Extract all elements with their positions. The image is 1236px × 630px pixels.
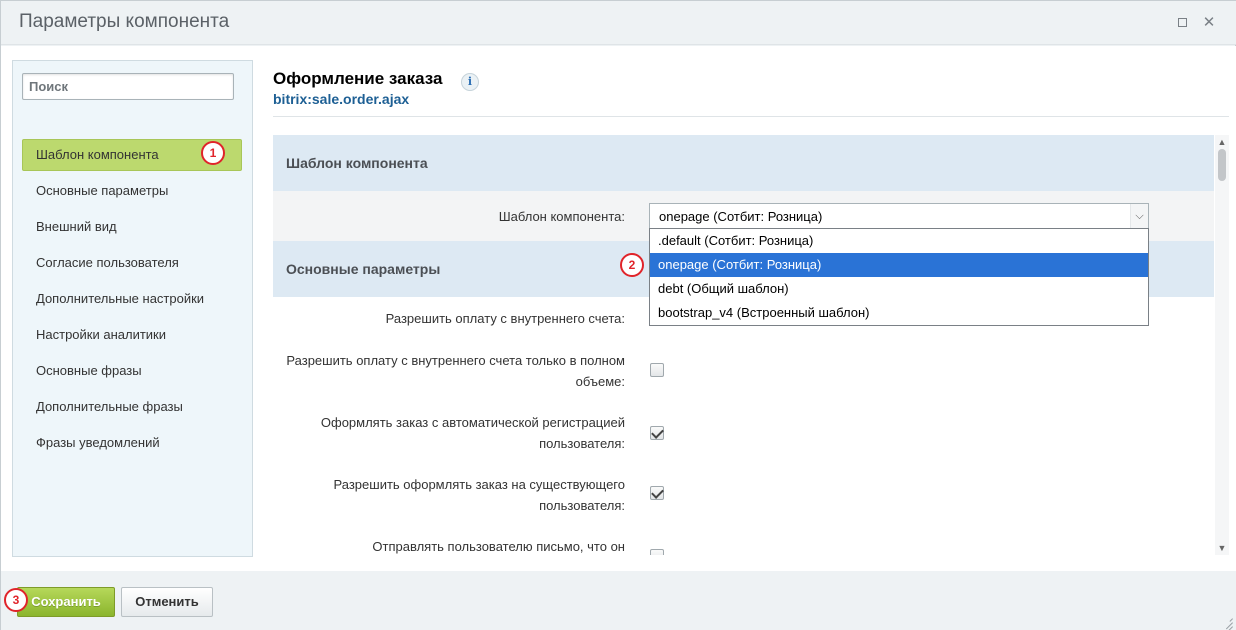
scroll-thumb[interactable]: [1218, 149, 1226, 181]
sidebar-item-label: Основные параметры: [36, 183, 169, 198]
dialog-footer: Сохранить Отменить 3: [1, 571, 1236, 630]
sidebar-item-main-phrases[interactable]: Основные фразы: [22, 355, 242, 391]
search-input[interactable]: [22, 73, 234, 100]
param-label-line: Разрешить оформлять заказ на существующе…: [333, 477, 625, 492]
annotation-badge: 3: [4, 588, 28, 612]
select-value: onepage (Сотбит: Розница): [659, 209, 823, 224]
param-label: Отправлять пользователю письмо, что он: [372, 536, 625, 555]
component-code: bitrix:sale.order.ajax: [273, 91, 410, 107]
component-params-dialog: Параметры компонента ✕ Шаблон компонента…: [0, 0, 1236, 630]
param-checkbox[interactable]: [650, 363, 664, 377]
maximize-icon[interactable]: [1174, 15, 1190, 31]
param-label-line: Разрешить оплату с внутреннего счета тол…: [286, 353, 625, 368]
param-label: Шаблон компонента:: [498, 209, 625, 224]
param-label: Разрешить оплату с внутреннего счета:: [385, 311, 625, 326]
annotation-badge: 1: [201, 141, 225, 165]
sidebar-nav: Шаблон компонента Основные параметры Вне…: [22, 139, 242, 463]
sidebar-item-notification-phrases[interactable]: Фразы уведомлений: [22, 427, 242, 463]
sidebar-item-label: Шаблон компонента: [36, 147, 159, 162]
sidebar-item-label: Внешний вид: [36, 219, 117, 234]
scrollbar[interactable]: ▲ ▼: [1215, 135, 1229, 555]
dropdown-option-selected[interactable]: onepage (Сотбит: Розница): [650, 253, 1148, 277]
save-button[interactable]: Сохранить: [17, 587, 115, 617]
param-label-line: пользователя:: [539, 498, 625, 513]
scroll-up-icon[interactable]: ▲: [1215, 135, 1229, 149]
params-panel: Шаблон компонента Шаблон компонента: one…: [273, 135, 1214, 555]
sidebar-item-main-params[interactable]: Основные параметры: [22, 175, 242, 211]
sidebar: Шаблон компонента Основные параметры Вне…: [12, 60, 253, 557]
template-dropdown-list[interactable]: .default (Сотбит: Розница) onepage (Сотб…: [649, 228, 1149, 326]
chevron-down-icon: ⌵: [1130, 204, 1148, 229]
dialog-titlebar: Параметры компонента ✕: [1, 1, 1236, 45]
dialog-title: Параметры компонента: [19, 11, 230, 32]
param-label: Разрешить оплату с внутреннего счета тол…: [286, 350, 625, 392]
dropdown-option[interactable]: .default (Сотбит: Розница): [650, 229, 1148, 253]
param-label: Оформлять заказ с автоматической регистр…: [321, 412, 625, 454]
close-icon[interactable]: ✕: [1201, 15, 1217, 31]
sidebar-item-label: Настройки аналитики: [36, 327, 167, 342]
annotation-badge: 2: [620, 253, 644, 277]
cancel-button[interactable]: Отменить: [121, 587, 213, 617]
param-checkbox-checked[interactable]: [650, 426, 664, 440]
param-checkbox-checked[interactable]: [650, 486, 664, 500]
template-select[interactable]: onepage (Сотбит: Розница) ⌵: [649, 203, 1149, 230]
param-checkbox[interactable]: [650, 549, 664, 555]
param-label-line: объеме:: [575, 374, 625, 389]
param-label-line: пользователя:: [539, 436, 625, 451]
component-title: Оформление заказа: [273, 69, 443, 88]
sidebar-item-additional-phrases[interactable]: Дополнительные фразы: [22, 391, 242, 427]
sidebar-item-appearance[interactable]: Внешний вид: [22, 211, 242, 247]
dropdown-option[interactable]: debt (Общий шаблон): [650, 277, 1148, 301]
sidebar-item-label: Дополнительные настройки: [36, 291, 205, 306]
divider: [273, 116, 1229, 117]
sidebar-item-label: Основные фразы: [36, 363, 142, 378]
info-icon[interactable]: i: [461, 73, 479, 91]
param-label-line: Отправлять пользователю письмо, что он: [372, 539, 625, 554]
section-title: Основные параметры: [286, 261, 441, 277]
sidebar-item-additional-settings[interactable]: Дополнительные настройки: [22, 283, 242, 319]
section-title: Шаблон компонента: [286, 155, 428, 171]
sidebar-item-label: Дополнительные фразы: [36, 399, 183, 414]
param-label-line: Оформлять заказ с автоматической регистр…: [320, 415, 625, 430]
sidebar-item-user-consent[interactable]: Согласие пользователя: [22, 247, 242, 283]
scroll-down-icon[interactable]: ▼: [1215, 541, 1229, 555]
sidebar-item-label: Фразы уведомлений: [36, 435, 160, 450]
resize-grip-icon[interactable]: [1221, 615, 1233, 630]
param-label: Разрешить оформлять заказ на существующе…: [334, 474, 625, 516]
section-header-template: Шаблон компонента: [273, 135, 1214, 191]
dropdown-option[interactable]: bootstrap_v4 (Встроенный шаблон): [650, 301, 1148, 325]
sidebar-item-analytics[interactable]: Настройки аналитики: [22, 319, 242, 355]
sidebar-item-label: Согласие пользователя: [36, 255, 179, 270]
